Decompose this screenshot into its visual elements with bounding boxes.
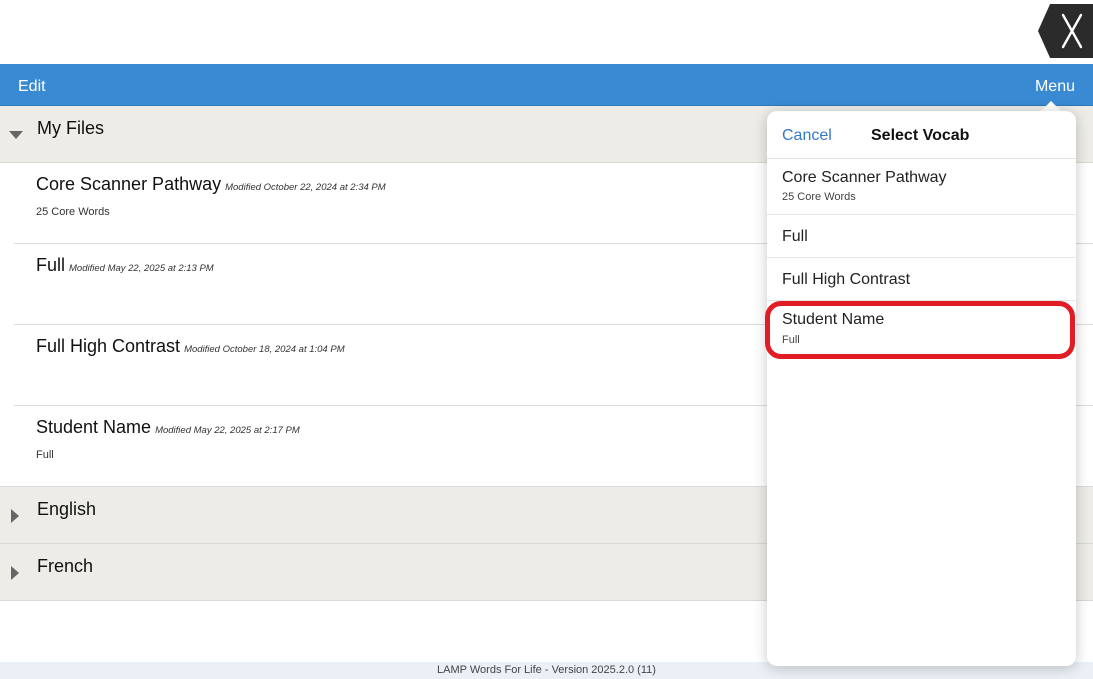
close-x-icon — [1061, 13, 1083, 49]
file-modified-date: Modified May 22, 2025 at 2:13 PM — [69, 263, 214, 274]
file-name: Full High Contrast — [36, 336, 181, 356]
app-page: Edit Menu My Files Core Scanner Pathway M… — [0, 0, 1093, 679]
highlight-annotation — [765, 301, 1075, 359]
vocab-option-subtitle: 25 Core Words — [782, 191, 856, 203]
vocab-option-name: Full — [782, 228, 808, 245]
menu-button[interactable]: Menu — [1035, 78, 1075, 96]
edit-button[interactable]: Edit — [18, 78, 46, 96]
file-modified-date: Modified October 18, 2024 at 1:04 PM — [184, 344, 345, 355]
disclosure-collapsed-icon — [11, 509, 19, 523]
file-name: Full — [36, 255, 66, 275]
popover-header: Cancel Select Vocab — [767, 111, 1076, 159]
navigation-bar: Edit Menu — [0, 64, 1093, 106]
file-name: Core Scanner Pathway — [36, 174, 222, 194]
section-title: French — [37, 556, 94, 576]
vocab-option-core-scanner-pathway[interactable]: Core Scanner Pathway 25 Core Words — [767, 159, 1076, 215]
select-vocab-popover: Cancel Select Vocab Core Scanner Pathway… — [767, 111, 1076, 666]
file-modified-date: Modified May 22, 2025 at 2:17 PM — [155, 425, 300, 436]
vocab-option-full-high-contrast[interactable]: Full High Contrast — [767, 258, 1076, 301]
vocab-option-name: Full High Contrast — [782, 271, 911, 288]
vocab-option-full[interactable]: Full — [767, 215, 1076, 258]
file-subtitle: Full — [36, 449, 54, 461]
disclosure-collapsed-icon — [11, 566, 19, 580]
top-band — [0, 0, 1093, 64]
close-button[interactable] — [1038, 4, 1093, 58]
section-title: English — [37, 499, 97, 519]
file-subtitle: 25 Core Words — [36, 206, 110, 218]
file-modified-date: Modified October 22, 2024 at 2:34 PM — [225, 182, 386, 193]
disclosure-expanded-icon — [9, 131, 23, 139]
section-title: My Files — [37, 118, 104, 138]
popover-title: Select Vocab — [871, 127, 970, 144]
file-name: Student Name — [36, 417, 152, 437]
cancel-button[interactable]: Cancel — [782, 127, 832, 145]
vocab-option-name: Core Scanner Pathway — [782, 169, 947, 186]
